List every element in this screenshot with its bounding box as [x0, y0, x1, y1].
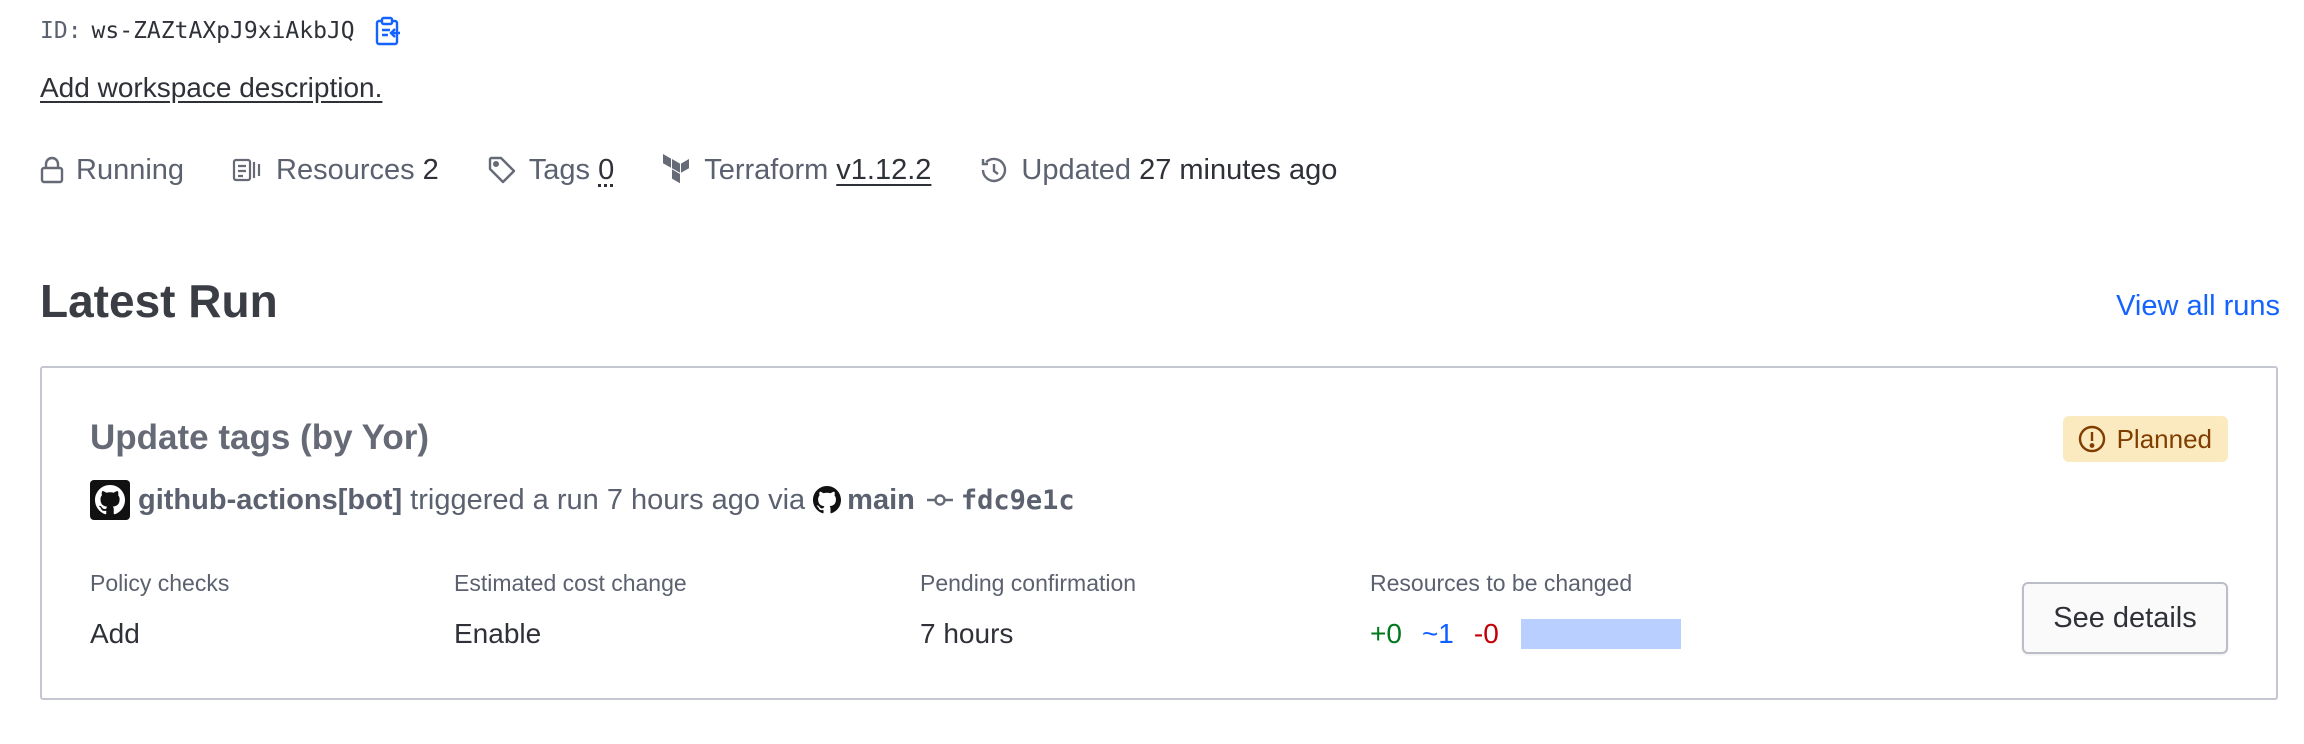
destroy-count: -0: [1473, 618, 1499, 649]
latest-run-heading: Latest Run: [40, 275, 278, 327]
policy-checks-label: Policy checks: [90, 570, 230, 596]
run-commit-sha[interactable]: fdc9e1c: [961, 485, 1075, 516]
run-trigger-row: github-actions[bot] triggered a run 7 ho…: [90, 480, 1075, 520]
git-commit-icon: [926, 494, 953, 506]
terraform-label: Terraform: [704, 153, 829, 186]
updated-label: Updated: [1021, 153, 1132, 186]
resources-changed-column: Resources to be changed +0 ~1 -0: [1370, 570, 1681, 651]
terraform-icon: [663, 154, 690, 184]
clipboard-icon[interactable]: [371, 14, 405, 48]
avatar: [90, 480, 130, 520]
run-branch[interactable]: main: [847, 484, 915, 517]
status-label: Planned: [2116, 423, 2212, 454]
workspace-meta-row: Running Resources 2 Tags 0 Terraform v1.…: [40, 150, 1385, 190]
github-icon: [813, 486, 842, 514]
history-icon: [982, 157, 1007, 183]
see-details-button[interactable]: See details: [2022, 582, 2228, 654]
policy-checks-column: Policy checks Add: [90, 570, 229, 651]
terraform-meta: Terraform v1.12.2: [662, 154, 931, 187]
status-badge: Planned: [2062, 416, 2228, 462]
cost-change-value[interactable]: Enable: [454, 617, 687, 651]
updated-meta: Updated 27 minutes ago: [979, 154, 1337, 187]
lock-status: Running: [40, 154, 184, 187]
workspace-overview: ID: ws-ZAZtAXpJ9xiAkbJQ Add workspace de…: [40, 0, 2280, 744]
pending-confirmation-value: 7 hours: [920, 618, 1014, 649]
add-count: +0: [1370, 618, 1402, 649]
workspace-id-value: ws-ZAZtAXpJ9xiAkbJQ: [91, 18, 355, 44]
tags-meta: Tags 0: [487, 154, 614, 187]
add-description-link[interactable]: Add workspace description.: [40, 72, 382, 104]
change-bar: [1520, 619, 1681, 649]
workspace-id-row: ID: ws-ZAZtAXpJ9xiAkbJQ: [40, 14, 405, 48]
tags-label: Tags: [528, 153, 591, 186]
policy-checks-value[interactable]: Add: [90, 617, 229, 651]
resources-changed-label: Resources to be changed: [1370, 570, 1633, 596]
run-trigger-text: triggered a run 7 hours ago via: [410, 483, 806, 516]
run-actor: github-actions[bot]: [138, 483, 403, 516]
cost-change-column: Estimated cost change Enable: [454, 570, 687, 651]
terraform-version-link[interactable]: v1.12.2: [836, 154, 931, 187]
pending-confirmation-column: Pending confirmation 7 hours: [920, 570, 1136, 651]
cost-change-label: Estimated cost change: [454, 570, 687, 596]
view-all-runs-link[interactable]: View all runs: [2116, 290, 2280, 323]
resources-count: 2: [422, 153, 439, 186]
run-title-link[interactable]: Update tags (by Yor): [90, 418, 429, 458]
latest-run-card: Update tags (by Yor) Planned github-acti…: [40, 366, 2278, 700]
tag-icon: [488, 156, 515, 184]
resources-icon: [232, 158, 261, 182]
tags-count[interactable]: 0: [598, 154, 614, 187]
updated-value: 27 minutes ago: [1139, 153, 1338, 186]
resource-change-counts: +0 ~1 -0: [1370, 617, 1681, 651]
lock-status-label: Running: [76, 153, 185, 186]
github-icon: [95, 485, 125, 515]
resources-meta: Resources 2: [232, 154, 439, 187]
pending-confirmation-label: Pending confirmation: [920, 570, 1137, 596]
lock-icon: [40, 156, 64, 184]
change-count: ~1: [1421, 618, 1454, 649]
resources-label: Resources: [276, 153, 415, 186]
workspace-id-label: ID:: [40, 18, 82, 44]
alert-circle-icon: [2078, 425, 2105, 453]
